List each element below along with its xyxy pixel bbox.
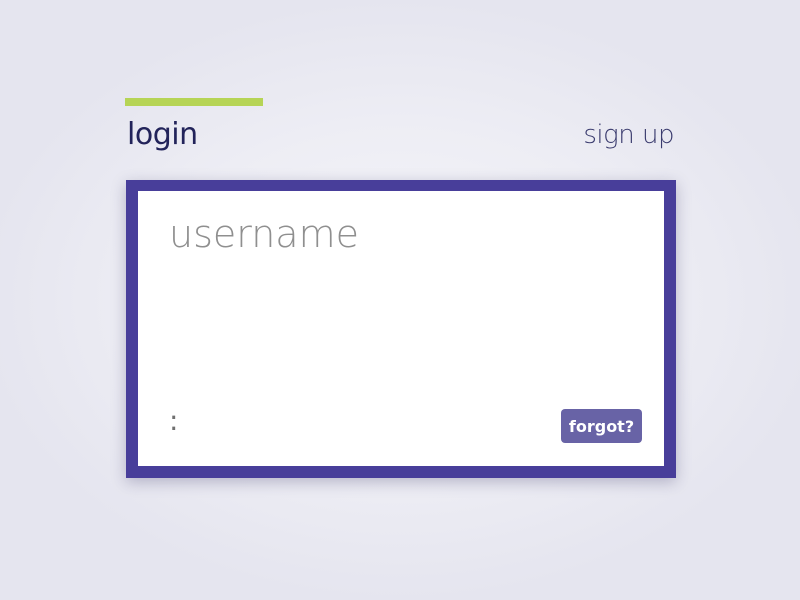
forgot-button[interactable]: forgot? — [561, 409, 642, 443]
active-tab-indicator — [125, 98, 263, 106]
login-card-body: : forgot? — [138, 191, 664, 466]
tab-login[interactable]: login — [127, 116, 198, 154]
username-input[interactable] — [169, 209, 629, 259]
tab-signup[interactable]: sign up — [583, 118, 674, 152]
field-separator: : — [169, 404, 179, 437]
login-card: : forgot? — [126, 180, 676, 478]
